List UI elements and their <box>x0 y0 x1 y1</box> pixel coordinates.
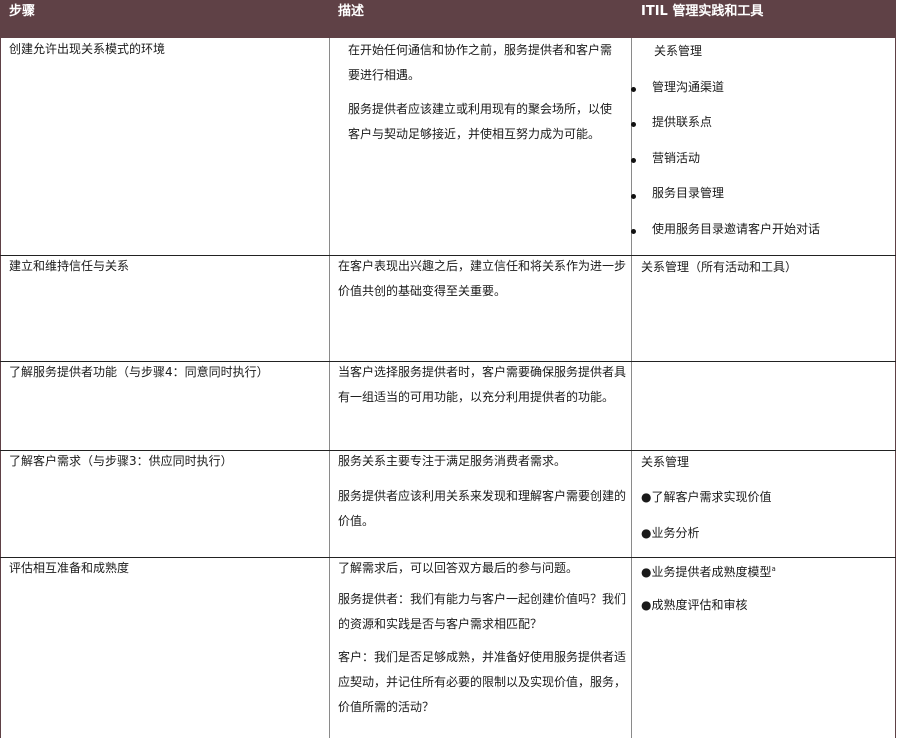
description-cell: 服务关系主要专注于满足服务消费者需求。 服务提供者应该利用关系来发现和理解客户需… <box>338 449 626 534</box>
description-paragraph: 在客户表现出兴趣之后，建立信任和将关系作为进一步价值共创的基础变得至关重要。 <box>338 259 627 298</box>
step-cell: 了解服务提供者功能（与步骤4：同意同时执行） <box>9 365 269 379</box>
tool-item: ●成熟度评估和审核 <box>641 598 748 612</box>
tool-item: ●业务提供者成熟度模型a <box>641 559 776 582</box>
step-cell: 了解客户需求（与步骤3：供应同时执行） <box>9 454 233 468</box>
tool-item: 关系管理 <box>641 455 690 469</box>
bullet-icon <box>631 194 636 199</box>
tool-item: 关系管理 <box>654 44 703 58</box>
footnote-marker: a <box>771 565 776 573</box>
bullet-icon <box>631 158 636 163</box>
description-cell: 了解需求后，可以回答双方最后的参与问题。 服务提供者：我们有能力与客户一起创建价… <box>338 556 626 720</box>
table-left-border <box>0 0 1 738</box>
step-cell: 创建允许出现关系模式的环境 <box>9 42 166 56</box>
description-paragraph: 服务关系主要专注于满足服务消费者需求。 <box>338 454 567 468</box>
tool-item: 服务目录管理 <box>652 186 725 200</box>
step-cell: 评估相互准备和成熟度 <box>9 561 130 575</box>
description-cell: 在开始任何通信和协作之前，服务提供者和客户需要进行相遇。 服务提供者应该建立或利… <box>348 38 620 147</box>
tool-item: 管理沟通渠道 <box>652 80 725 94</box>
tool-item: 关系管理（所有活动和工具） <box>641 260 798 274</box>
bullet-icon <box>631 122 636 127</box>
description-cell: 在客户表现出兴趣之后，建立信任和将关系作为进一步价值共创的基础变得至关重要。 <box>338 254 626 304</box>
description-paragraph: 在开始任何通信和协作之前，服务提供者和客户需要进行相遇。 <box>348 43 613 82</box>
description-paragraph: 当客户选择服务提供者时，客户需要确保服务提供者具有一组适当的可用功能，以充分利用… <box>338 365 627 404</box>
header-step: 步骤 <box>9 4 36 19</box>
tool-item-label: ●业务提供者成熟度模型 <box>641 565 772 579</box>
step-cell: 建立和维持信任与关系 <box>9 259 130 273</box>
header-practices-tools: ITIL 管理实践和工具 <box>641 4 764 19</box>
description-paragraph: 服务提供者应该建立或利用现有的聚会场所，以使客户与契动足够接近，并使相互努力成为… <box>348 102 613 141</box>
description-paragraph: 服务提供者应该利用关系来发现和理解客户需要创建的价值。 <box>338 489 627 528</box>
tool-item: ●了解客户需求实现价值 <box>641 490 772 504</box>
bullet-icon <box>631 229 636 234</box>
description-paragraph: 客户：我们是否足够成熟，并准备好使用服务提供者适应契动，并记住所有必要的限制以及… <box>338 650 627 714</box>
table-header: 步骤 描述 ITIL 管理实践和工具 <box>0 0 896 38</box>
practice-table: 步骤 描述 ITIL 管理实践和工具 创建允许出现关系模式的环境 在开始任何通信… <box>0 0 896 738</box>
column-divider-1 <box>329 38 330 738</box>
description-paragraph: 服务提供者：我们有能力与客户一起创建价值吗？我们的资源和实践是否与客户需求相匹配… <box>338 592 627 631</box>
tool-item: 使用服务目录邀请客户开始对话 <box>652 222 821 236</box>
description-paragraph: 了解需求后，可以回答双方最后的参与问题。 <box>338 561 579 575</box>
tool-item: ●业务分析 <box>641 526 700 540</box>
tool-item: 营销活动 <box>652 151 701 165</box>
header-description: 描述 <box>338 4 365 19</box>
tool-item: 提供联系点 <box>652 115 713 129</box>
column-divider-2 <box>631 38 632 738</box>
table-right-border <box>895 0 896 738</box>
bullet-icon <box>631 87 636 92</box>
description-cell: 当客户选择服务提供者时，客户需要确保服务提供者具有一组适当的可用功能，以充分利用… <box>338 360 626 410</box>
